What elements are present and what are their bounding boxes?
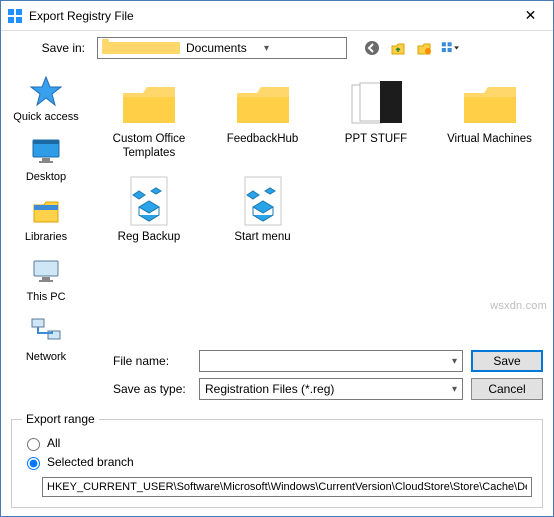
libraries-icon xyxy=(30,195,62,227)
bottom-fields: File name: ▾ Save Save as type: Registra… xyxy=(91,340,553,408)
place-this-pc[interactable]: This PC xyxy=(6,249,86,307)
close-button[interactable]: ✕ xyxy=(508,1,553,31)
radio-selected-label: Selected branch xyxy=(47,455,134,469)
branch-path-input[interactable] xyxy=(42,477,532,497)
save-as-type-value: Registration Files (*.reg) xyxy=(205,382,334,396)
item-label: Start menu xyxy=(234,231,290,245)
list-item[interactable]: Start menu xyxy=(211,171,315,249)
new-folder-button[interactable] xyxy=(413,37,435,59)
place-libraries[interactable]: Libraries xyxy=(6,189,86,247)
chevron-down-icon: ▾ xyxy=(264,43,342,54)
network-icon xyxy=(30,315,62,347)
view-menu-button[interactable] xyxy=(439,37,461,59)
cancel-button[interactable]: Cancel xyxy=(471,378,543,400)
place-desktop[interactable]: Desktop xyxy=(6,129,86,187)
item-label: Virtual Machines xyxy=(447,133,532,147)
list-item[interactable]: Custom Office Templates xyxy=(97,73,201,165)
folder-icon xyxy=(231,77,295,129)
up-one-level-button[interactable] xyxy=(387,37,409,59)
close-icon: ✕ xyxy=(525,7,537,24)
titlebar: Export Registry File ✕ xyxy=(1,1,553,31)
list-item[interactable]: PPT STUFF xyxy=(324,73,428,165)
place-label: Desktop xyxy=(26,171,66,183)
quick-access-icon xyxy=(30,75,62,107)
app-icon xyxy=(7,8,23,24)
desktop-icon xyxy=(30,135,62,167)
item-label: FeedbackHub xyxy=(227,133,299,147)
item-label: Custom Office Templates xyxy=(99,133,199,161)
folder-icon xyxy=(458,77,522,129)
export-range-legend: Export range xyxy=(22,412,99,426)
radio-selected-input[interactable] xyxy=(27,457,40,470)
item-label: Reg Backup xyxy=(118,231,181,245)
folder-icon xyxy=(102,42,180,54)
regfile-icon xyxy=(231,175,295,227)
place-quick-access[interactable]: Quick access xyxy=(6,69,86,127)
radio-all-input[interactable] xyxy=(27,438,40,451)
save-as-type-combo[interactable]: Registration Files (*.reg) ▾ xyxy=(199,378,463,400)
export-range-group: Export range All Selected branch xyxy=(11,412,543,508)
list-item[interactable]: Virtual Machines xyxy=(438,73,542,165)
regfile-icon xyxy=(117,175,181,227)
file-name-text[interactable] xyxy=(205,354,457,368)
save-as-type-label: Save as type: xyxy=(101,382,191,396)
place-label: Network xyxy=(26,351,66,363)
save-button[interactable]: Save xyxy=(471,350,543,372)
file-name-label: File name: xyxy=(101,354,191,368)
window-title: Export Registry File xyxy=(29,9,508,23)
place-label: This PC xyxy=(26,291,65,303)
list-item[interactable]: FeedbackHub xyxy=(211,73,315,165)
save-in-label: Save in: xyxy=(11,41,91,55)
this-pc-icon xyxy=(30,255,62,287)
place-label: Libraries xyxy=(25,231,67,243)
radio-selected-branch[interactable]: Selected branch xyxy=(22,454,532,470)
save-in-combo[interactable]: Documents ▾ xyxy=(97,37,347,59)
folder-icon xyxy=(117,77,181,129)
place-label: Quick access xyxy=(13,111,78,123)
item-label: PPT STUFF xyxy=(345,133,407,147)
chevron-down-icon[interactable]: ▾ xyxy=(452,384,457,395)
place-network[interactable]: Network xyxy=(6,309,86,367)
radio-all-label: All xyxy=(47,436,60,450)
radio-all[interactable]: All xyxy=(22,435,532,451)
chevron-down-icon[interactable]: ▾ xyxy=(452,356,457,367)
save-in-value: Documents xyxy=(186,41,264,55)
back-button[interactable] xyxy=(361,37,383,59)
places-bar: Quick access Desktop Libraries This PC N… xyxy=(1,63,91,408)
toolbar: Save in: Documents ▾ xyxy=(1,31,553,63)
ppt-folder-icon xyxy=(344,77,408,129)
list-item[interactable]: Reg Backup xyxy=(97,171,201,249)
file-list[interactable]: Custom Office Templates FeedbackHub PPT … xyxy=(91,63,553,340)
file-name-input[interactable]: ▾ xyxy=(199,350,463,372)
